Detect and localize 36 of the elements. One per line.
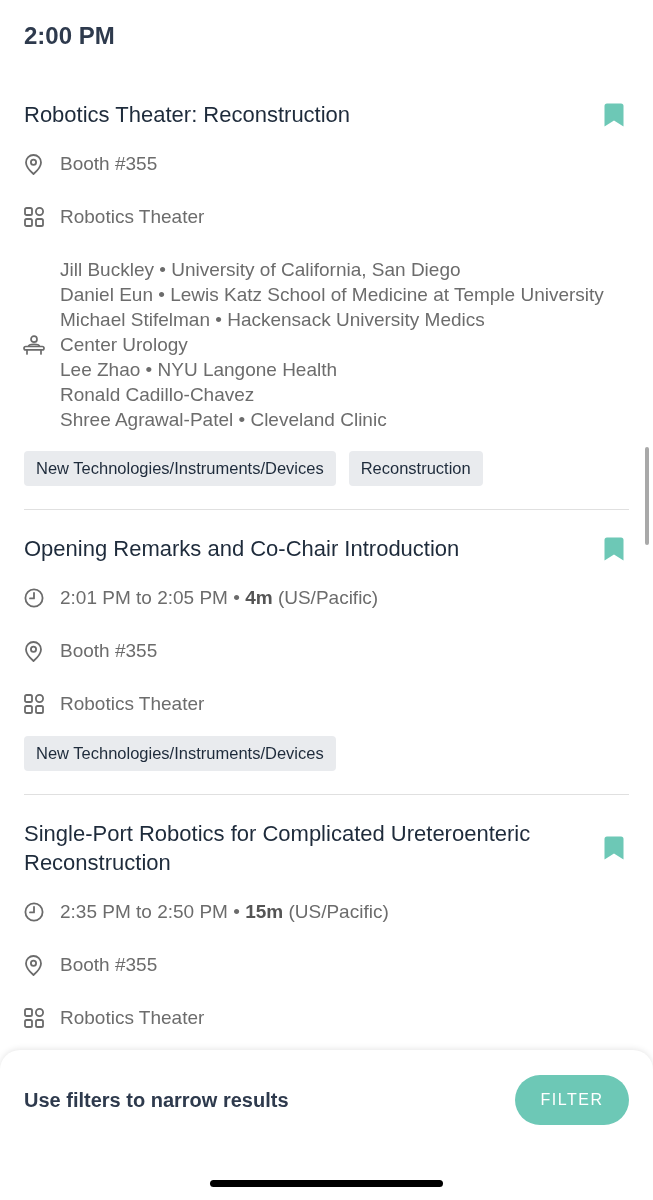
squares-grid-icon <box>24 694 44 714</box>
speaker-line: Center Urology <box>60 333 189 357</box>
session-title: Opening Remarks and Co-Chair Introduction <box>24 535 461 563</box>
session-title: Robotics Theater: Reconstruction <box>24 101 352 129</box>
booth-location: Booth #355 <box>60 953 158 977</box>
time-slot-heading: 2:00 PM <box>24 21 116 51</box>
session-title: Single-Port Robotics for Complicated Ureteroenteric Reconstruction <box>24 820 532 877</box>
speaker-line: Shree Agrawal-Patel • Cleveland Clinic <box>60 408 388 432</box>
filter-hint: Use filters to narrow results <box>24 1088 289 1112</box>
topic-tag: New Technologies/Instruments/Devices <box>24 451 336 486</box>
speaker-line: Jill Buckley • University of California, San Diego <box>60 258 462 282</box>
bookmark-icon[interactable] <box>604 536 624 561</box>
clock-icon <box>24 588 44 608</box>
filter-button[interactable]: FILTER <box>515 1075 629 1125</box>
room-name: Robotics Theater <box>60 1006 205 1030</box>
booth-location: Booth #355 <box>60 639 158 663</box>
clock-icon <box>24 902 44 922</box>
bookmark-icon[interactable] <box>604 836 624 860</box>
location-pin-icon <box>25 640 42 662</box>
squares-grid-icon <box>24 207 44 227</box>
speaker-line: Daniel Eun • Lewis Katz School of Medicine at Temple University <box>60 283 604 307</box>
room-name: Robotics Theater <box>60 692 205 716</box>
session-time: 2:35 PM to 2:50 PM • 15m (US/Pacific) <box>60 900 389 924</box>
session-time: 2:01 PM to 2:05 PM • 4m (US/Pacific) <box>60 586 379 610</box>
speaker-line: Ronald Cadillo-Chavez <box>60 383 256 407</box>
speaker-line: Lee Zhao • NYU Langone Health <box>60 358 339 382</box>
booth-location: Booth #355 <box>60 152 158 176</box>
speaker-line: Michael Stifelman • Hackensack University Medics <box>60 308 486 332</box>
location-pin-icon <box>25 954 42 976</box>
room-name: Robotics Theater <box>60 205 205 229</box>
bookmark-icon[interactable] <box>604 102 624 127</box>
location-pin-icon <box>25 153 42 175</box>
topic-tag: New Technologies/Instruments/Devices <box>24 736 336 771</box>
squares-grid-icon <box>24 1008 44 1028</box>
person-at-desk-icon <box>23 334 45 355</box>
topic-tag: Reconstruction <box>348 451 483 486</box>
